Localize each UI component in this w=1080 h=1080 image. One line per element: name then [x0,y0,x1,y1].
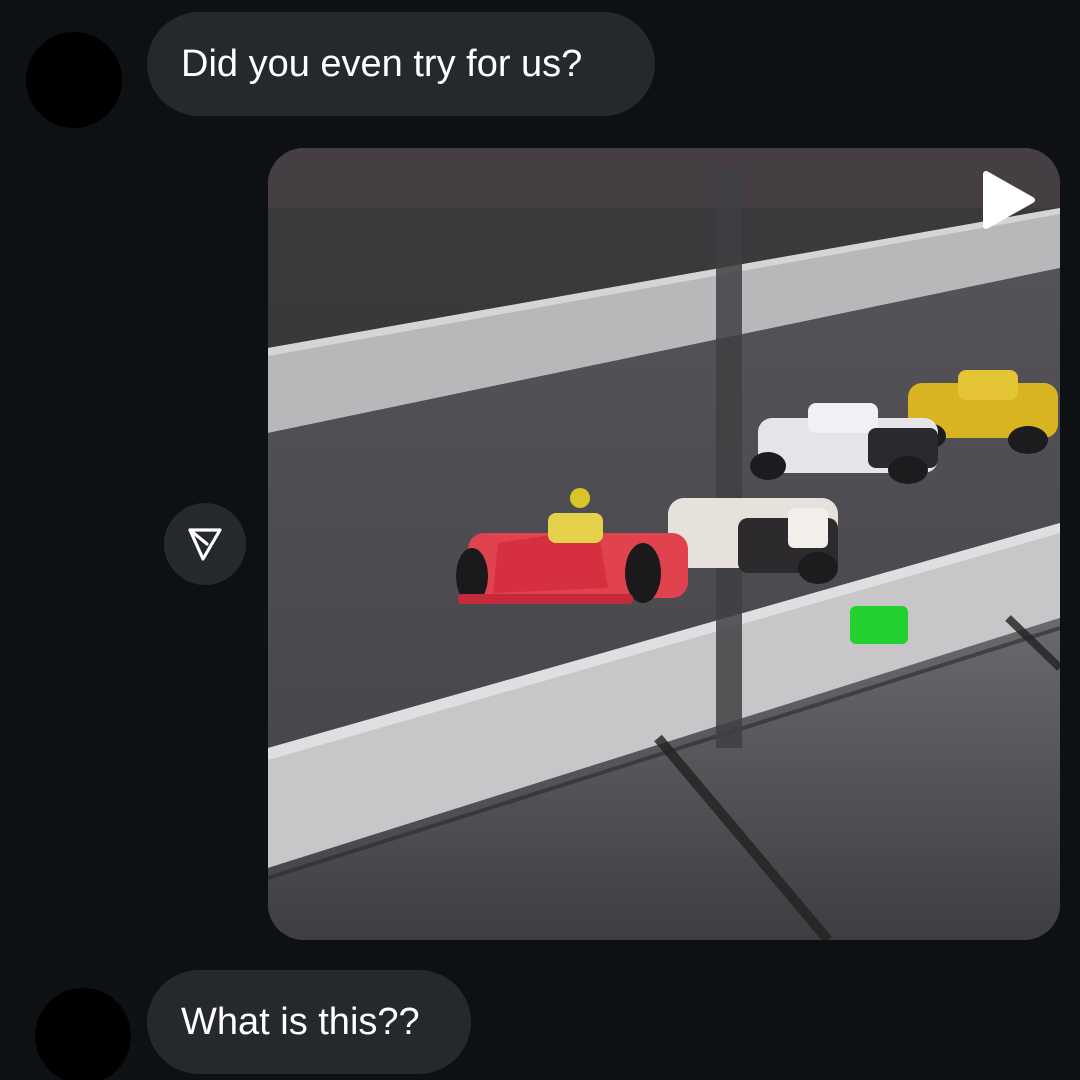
sender-avatar[interactable] [35,988,131,1080]
message-bubble[interactable]: What is this?? [147,970,471,1074]
send-icon [188,528,222,561]
video-thumbnail [268,148,1060,940]
video-message[interactable] [268,148,1060,940]
share-button[interactable] [164,503,246,585]
play-icon[interactable] [978,168,1038,232]
chat-thread: Did you even try for us? What is this?? [0,0,1080,1080]
sender-avatar[interactable] [26,32,122,128]
message-text: What is this?? [181,1001,420,1043]
message-text: Did you even try for us? [181,43,583,85]
message-bubble[interactable]: Did you even try for us? [147,12,655,116]
